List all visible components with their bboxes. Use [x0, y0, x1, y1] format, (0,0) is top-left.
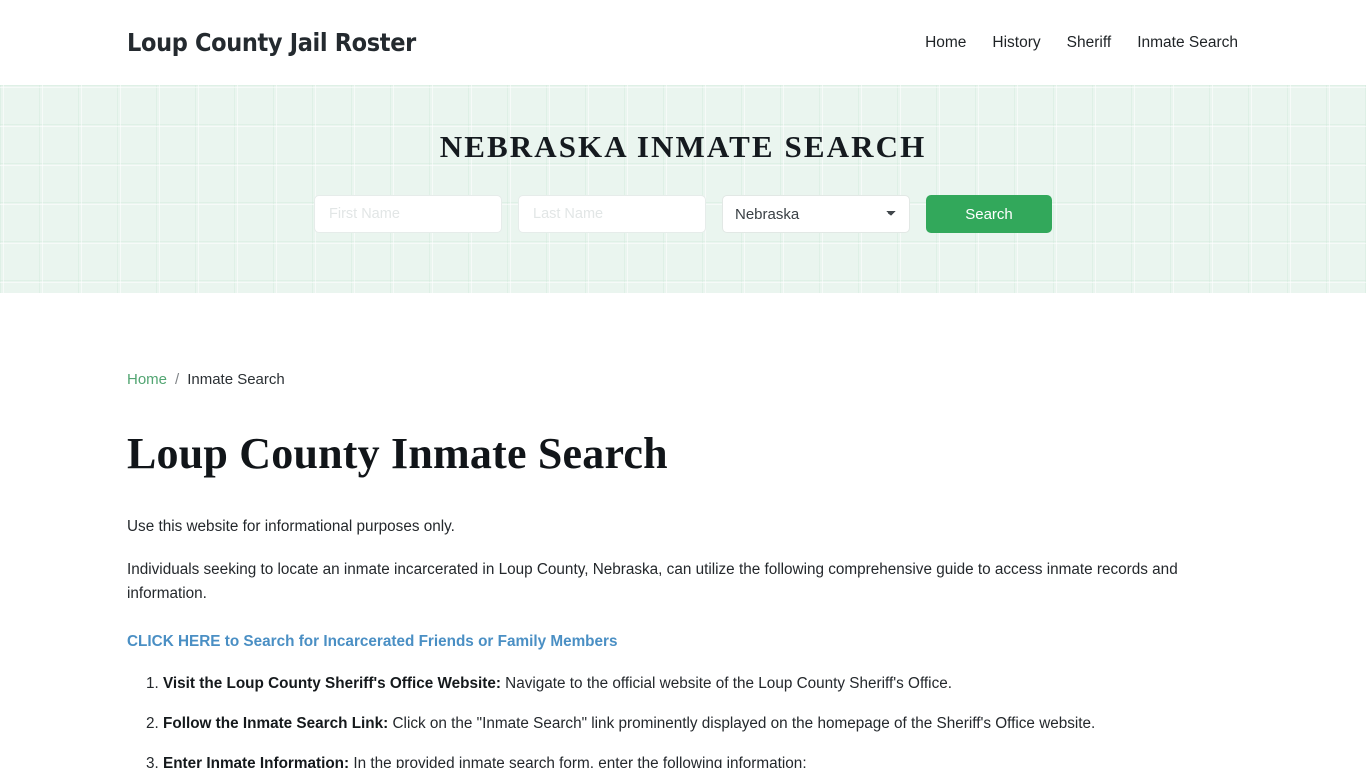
list-item: Follow the Inmate Search Link: Click on … — [163, 712, 1238, 736]
step-text: Click on the "Inmate Search" link promin… — [388, 715, 1096, 732]
nav-item-sheriff[interactable]: Sheriff — [1067, 34, 1112, 52]
breadcrumb-home-link[interactable]: Home — [127, 371, 167, 388]
page-title: Loup County Inmate Search — [127, 429, 668, 478]
site-brand-link[interactable]: Loup County Jail Roster — [127, 28, 416, 57]
intro-paragraph: Use this website for informational purpo… — [127, 518, 455, 535]
list-item: Enter Inmate Information: In the provide… — [163, 752, 1238, 768]
site-header: Loup County Jail Roster Home History She… — [0, 0, 1366, 85]
description-paragraph: Individuals seeking to locate an inmate … — [127, 561, 1178, 602]
nav-item-history[interactable]: History — [992, 34, 1040, 52]
step-text: In the provided inmate search form, ente… — [349, 755, 807, 768]
nav-item-home[interactable]: Home — [925, 34, 966, 52]
breadcrumb-separator: / — [175, 371, 180, 388]
step-title: Visit the Loup County Sheriff's Office W… — [163, 675, 501, 692]
cta-search-link[interactable]: CLICK HERE to Search for Incarcerated Fr… — [127, 633, 618, 651]
steps-list: Visit the Loup County Sheriff's Office W… — [127, 672, 1238, 768]
breadcrumb: Home / Inmate Search — [127, 293, 1238, 388]
first-name-input[interactable] — [314, 195, 502, 233]
hero-title: NEBRASKA INMATE SEARCH — [439, 129, 927, 164]
breadcrumb-current: Inmate Search — [187, 371, 285, 388]
step-title: Follow the Inmate Search Link: — [163, 715, 389, 732]
state-select[interactable]: Nebraska — [722, 195, 910, 233]
step-title: Enter Inmate Information: — [163, 755, 350, 768]
hero-section: NEBRASKA INMATE SEARCH Nebraska Search — [0, 85, 1366, 293]
search-button[interactable]: Search — [926, 195, 1052, 233]
list-item: Visit the Loup County Sheriff's Office W… — [163, 672, 1238, 696]
inmate-search-form: Nebraska Search — [314, 195, 1052, 233]
nav-item-inmate-search[interactable]: Inmate Search — [1137, 34, 1238, 52]
last-name-input[interactable] — [518, 195, 706, 233]
step-text: Navigate to the official website of the … — [500, 675, 952, 692]
main-navigation: Home History Sheriff Inmate Search — [925, 34, 1238, 52]
main-content: Home / Inmate Search Loup County Inmate … — [0, 293, 1366, 768]
